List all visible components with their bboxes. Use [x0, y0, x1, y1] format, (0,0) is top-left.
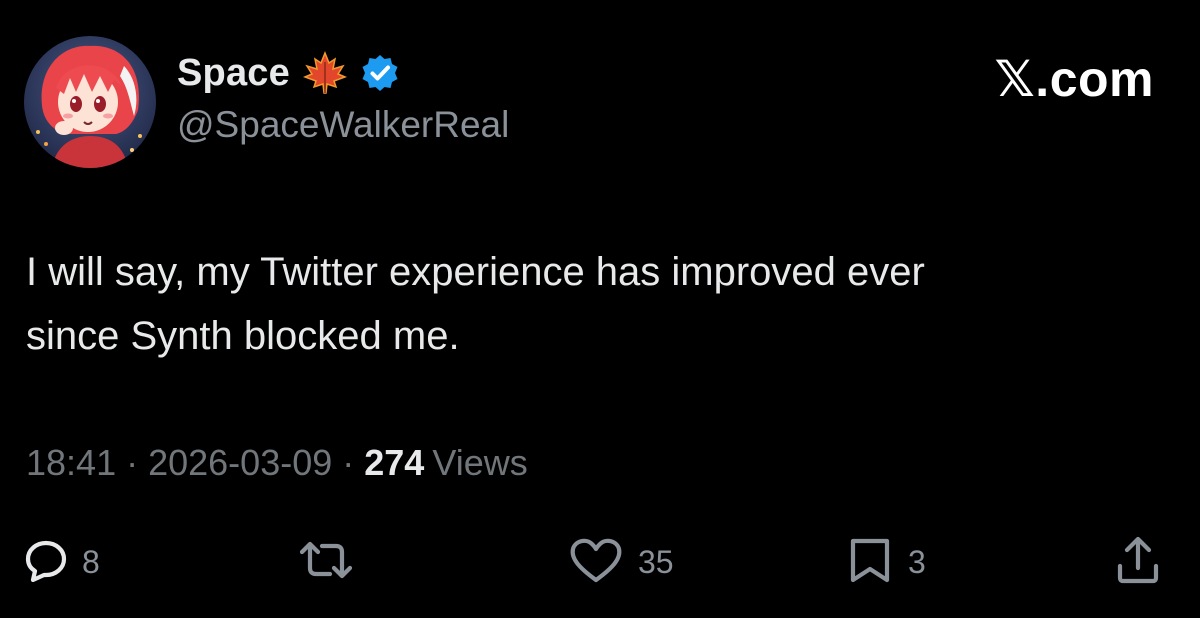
- tweet-card: Space @SpaceWalkerReal 𝕏.com I will say,…: [0, 0, 1200, 618]
- views-count: 274: [364, 442, 425, 483]
- share-button[interactable]: [1112, 530, 1178, 594]
- author-display-name[interactable]: Space: [177, 52, 290, 95]
- avatar[interactable]: [24, 36, 156, 168]
- meta-separator: ·: [342, 442, 355, 483]
- meta-separator: ·: [126, 442, 139, 483]
- verified-badge-icon: [360, 53, 400, 93]
- views-label: Views: [432, 442, 528, 483]
- tweet-text: I will say, my Twitter experience has im…: [26, 240, 1176, 368]
- tweet-time[interactable]: 18:41: [26, 442, 116, 483]
- action-bar: 8 35 3: [0, 530, 1200, 594]
- tweet-text-line: I will say, my Twitter experience has im…: [26, 250, 925, 294]
- bookmark-icon: [846, 536, 894, 589]
- reply-icon: [24, 538, 68, 587]
- like-count: 35: [638, 543, 674, 580]
- reply-count: 8: [82, 543, 100, 580]
- share-icon: [1112, 534, 1164, 591]
- x-brand-link[interactable]: 𝕏.com: [994, 51, 1154, 107]
- tweet-text-line: since Synth blocked me.: [26, 314, 460, 358]
- author-name-row: Space: [177, 48, 400, 98]
- tweet-date[interactable]: 2026-03-09: [148, 442, 332, 483]
- tweet-meta: 18:41 · 2026-03-09 · 274 Views: [26, 442, 528, 484]
- heart-icon: [568, 536, 624, 589]
- avatar-image: [24, 36, 156, 168]
- bookmark-count: 3: [908, 543, 926, 580]
- maple-leaf-icon: [302, 50, 348, 96]
- like-button[interactable]: 35: [568, 530, 674, 594]
- brand-label: 𝕏.com: [994, 51, 1154, 107]
- repost-icon: [296, 538, 356, 587]
- repost-button[interactable]: [296, 530, 370, 594]
- reply-button[interactable]: 8: [24, 530, 100, 594]
- author-handle[interactable]: @SpaceWalkerReal: [177, 104, 509, 146]
- bookmark-button[interactable]: 3: [846, 530, 926, 594]
